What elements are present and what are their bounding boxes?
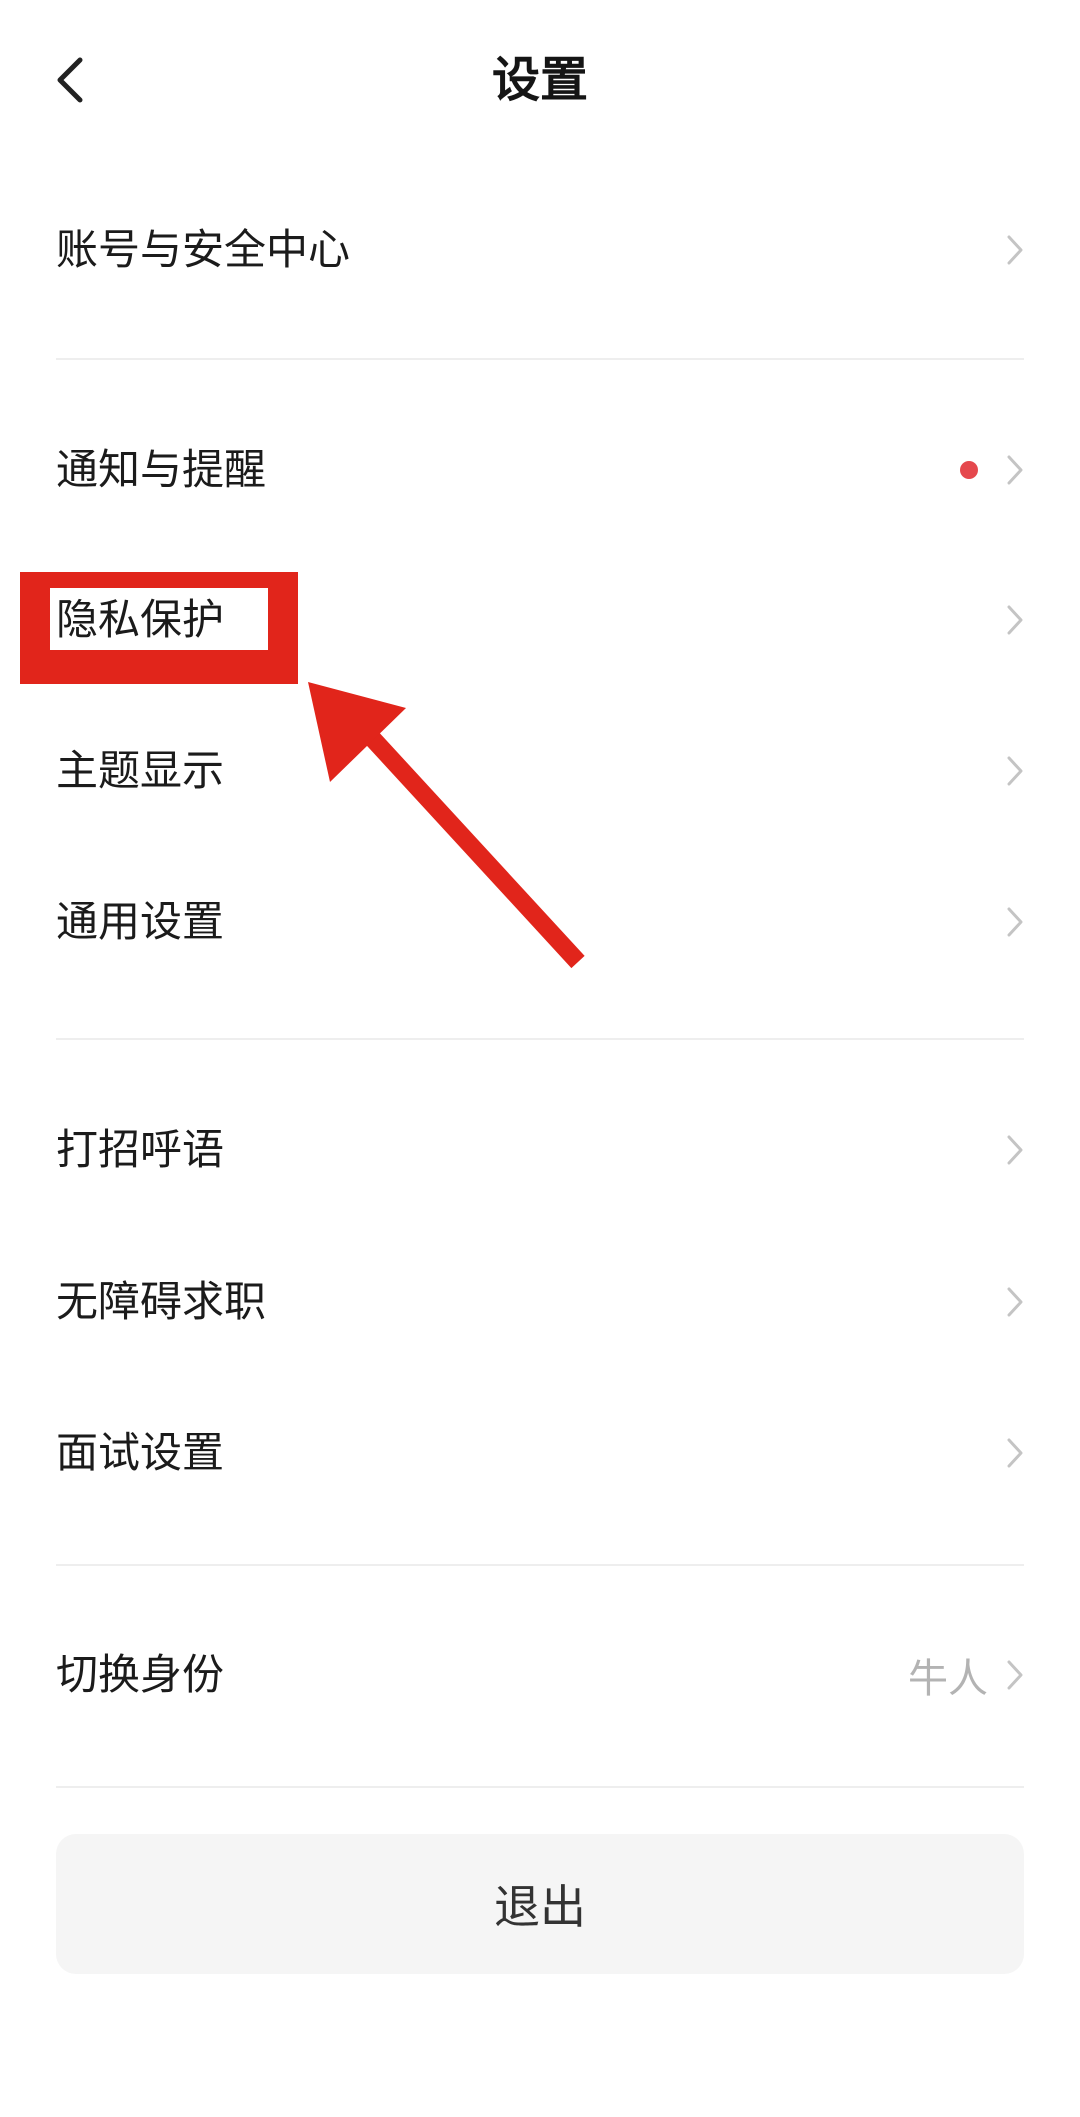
row-trailing [960,405,1024,535]
row-trailing [1006,857,1024,987]
chevron-right-icon [1007,455,1023,485]
settings-item-label: 账号与安全中心 [56,225,351,274]
chevron-right-icon [1007,605,1023,635]
row-trailing [1006,1085,1024,1215]
row-trailing [1006,706,1024,836]
settings-item-label: 通用设置 [56,897,225,946]
section-divider [56,1564,1024,1566]
notification-badge-dot [960,461,978,479]
settings-item-label: 通知与提醒 [56,445,267,494]
settings-item-notifications[interactable]: 通知与提醒 [0,405,1080,535]
chevron-right-icon [1007,235,1023,265]
settings-item-accessibility[interactable]: 无障碍求职 [0,1237,1080,1367]
settings-item-general[interactable]: 通用设置 [0,857,1080,987]
section-divider [56,358,1024,360]
settings-item-label: 主题显示 [56,746,225,795]
chevron-right-icon [1007,1660,1023,1690]
logout-button[interactable]: 退出 [56,1834,1024,1974]
annotation-arrow-icon [308,682,585,969]
row-trailing [1006,1388,1024,1518]
row-trailing [1006,1237,1024,1367]
chevron-right-icon [1007,907,1023,937]
row-trailing [1006,185,1024,315]
settings-item-theme[interactable]: 主题显示 [0,706,1080,836]
settings-item-switch-identity[interactable]: 切换身份 牛人 [0,1610,1080,1740]
current-identity-value: 牛人 [908,1656,988,1702]
settings-item-privacy[interactable]: 隐私保护 [0,555,1080,685]
section-divider [56,1038,1024,1040]
page-title: 设置 [491,52,588,108]
settings-item-account-security[interactable]: 账号与安全中心 [0,185,1080,315]
section-divider [56,1786,1024,1788]
chevron-right-icon [1007,1287,1023,1317]
settings-item-greeting[interactable]: 打招呼语 [0,1085,1080,1215]
settings-item-interview[interactable]: 面试设置 [0,1388,1080,1518]
header: 设置 [0,0,1080,160]
row-trailing [1006,555,1024,685]
chevron-right-icon [1007,756,1023,786]
row-trailing: 牛人 [908,1610,1024,1740]
settings-item-label: 隐私保护 [56,595,225,644]
settings-item-label: 无障碍求职 [56,1277,267,1326]
settings-item-label: 打招呼语 [56,1125,225,1174]
chevron-right-icon [1007,1438,1023,1468]
settings-item-label: 切换身份 [56,1650,225,1699]
settings-item-label: 面试设置 [56,1428,225,1477]
chevron-right-icon [1007,1135,1023,1165]
